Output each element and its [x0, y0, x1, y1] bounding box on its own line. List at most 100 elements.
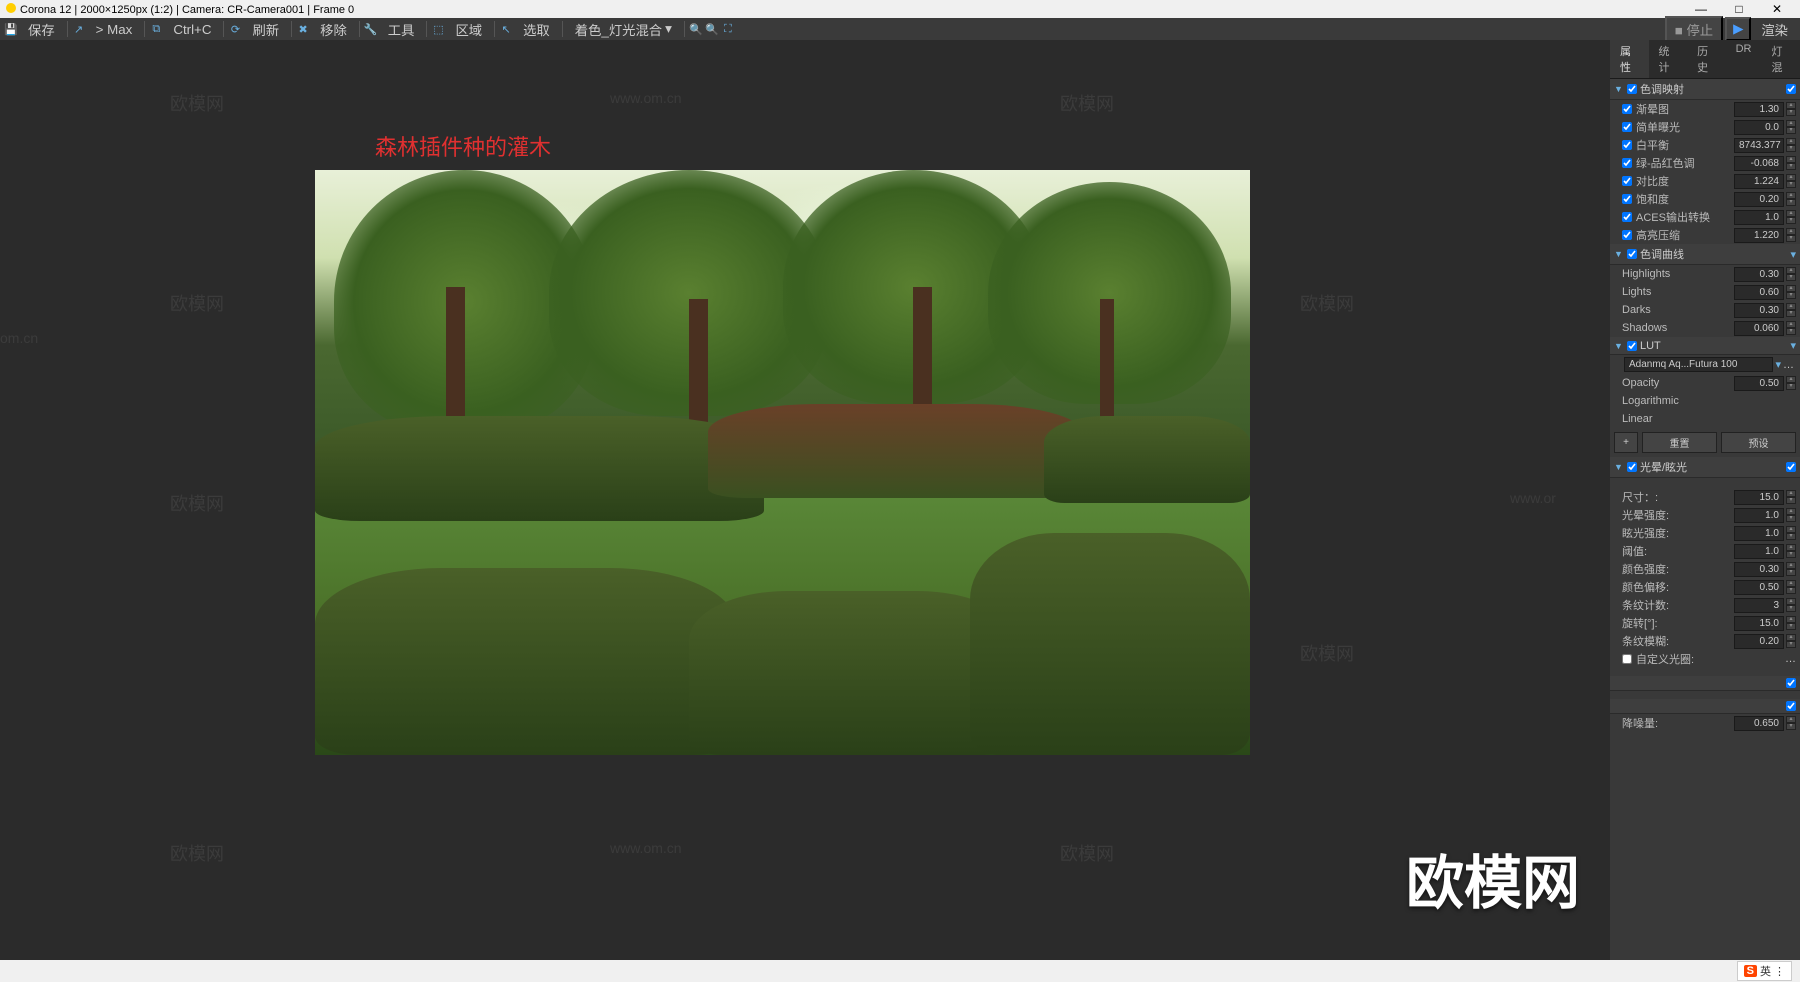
prop-value[interactable]: 8743.377	[1734, 138, 1784, 153]
prop-value[interactable]: 0.60	[1734, 285, 1784, 300]
section-hidden1[interactable]	[1610, 676, 1800, 691]
spinner-up[interactable]: ▴	[1786, 716, 1796, 723]
prop-value[interactable]: 0.20	[1734, 634, 1784, 649]
toggle-checkbox[interactable]	[1786, 701, 1796, 711]
lut-file-select[interactable]: Adanmq Aq...Futura 100	[1624, 357, 1773, 372]
spinner-up[interactable]: ▴	[1786, 267, 1796, 274]
region-button[interactable]: 区域	[447, 20, 490, 38]
prop-checkbox[interactable]	[1622, 104, 1632, 114]
lut-enable-checkbox[interactable]	[1627, 341, 1637, 351]
spinner-up[interactable]: ▴	[1786, 228, 1796, 235]
spinner-up[interactable]: ▴	[1786, 526, 1796, 533]
prop-value[interactable]: 0.060	[1734, 321, 1784, 336]
spinner-up[interactable]: ▴	[1786, 562, 1796, 569]
bloom-toggle-checkbox[interactable]	[1786, 462, 1796, 472]
spinner-up[interactable]: ▴	[1786, 174, 1796, 181]
spinner-down[interactable]: ▾	[1786, 274, 1796, 281]
close-button[interactable]: ✕	[1760, 1, 1794, 17]
prop-value[interactable]: -0.068	[1734, 156, 1784, 171]
tab-lightmix[interactable]: 灯混	[1761, 40, 1800, 78]
spinner-down[interactable]: ▾	[1786, 328, 1796, 335]
spinner-up[interactable]: ▴	[1786, 102, 1796, 109]
render-button[interactable]: 渲染	[1753, 20, 1796, 38]
spinner-down[interactable]: ▾	[1786, 587, 1796, 594]
prop-value[interactable]: 0.30	[1734, 267, 1784, 282]
spinner-down[interactable]: ▾	[1786, 605, 1796, 612]
save-button[interactable]: 保存	[20, 20, 63, 38]
section-curve[interactable]: ▼ 色调曲线 ▾	[1610, 244, 1800, 265]
zoom-in-icon[interactable]: 🔍	[705, 22, 719, 36]
spinner-down[interactable]: ▾	[1786, 127, 1796, 134]
spinner-down[interactable]: ▾	[1786, 723, 1796, 730]
spinner-down[interactable]: ▾	[1786, 551, 1796, 558]
spinner-up[interactable]: ▴	[1786, 616, 1796, 623]
spinner-up[interactable]: ▴	[1786, 120, 1796, 127]
spinner-up[interactable]: ▴	[1786, 285, 1796, 292]
spinner-down[interactable]: ▾	[1786, 199, 1796, 206]
section-hidden2[interactable]	[1610, 699, 1800, 714]
section-tonemap[interactable]: ▼ 色调映射	[1610, 79, 1800, 100]
spinner-down[interactable]: ▾	[1786, 515, 1796, 522]
spinner-up[interactable]: ▴	[1786, 598, 1796, 605]
prop-checkbox[interactable]	[1622, 212, 1632, 222]
tab-history[interactable]: 历史	[1687, 40, 1726, 78]
spinner-up[interactable]: ▴	[1786, 634, 1796, 641]
tonemap-toggle-checkbox[interactable]	[1786, 84, 1796, 94]
prop-value[interactable]: 1.0	[1734, 544, 1784, 559]
spinner-down[interactable]: ▾	[1786, 109, 1796, 116]
prop-value[interactable]: 1.0	[1734, 526, 1784, 541]
viewport[interactable]: 森林插件种的灌木 欧模网 www.om.cn 欧模网 欧模网 om.cn 欧模网…	[0, 40, 1610, 960]
dropdown-icon[interactable]: ▾	[1775, 358, 1781, 371]
tab-stats[interactable]: 统计	[1649, 40, 1688, 78]
prop-checkbox[interactable]	[1622, 122, 1632, 132]
prop-value[interactable]: 3	[1734, 598, 1784, 613]
play-button[interactable]: ▶	[1725, 17, 1751, 41]
prop-value[interactable]: 0.20	[1734, 192, 1784, 207]
colormix-dropdown[interactable]: 着色_灯光混合 ▾	[567, 20, 680, 38]
prop-value[interactable]: 0.0	[1734, 120, 1784, 135]
prop-checkbox[interactable]	[1622, 140, 1632, 150]
tonemap-enable-checkbox[interactable]	[1627, 84, 1637, 94]
custom-aperture-checkbox[interactable]	[1622, 654, 1632, 664]
spinner-down[interactable]: ▾	[1786, 145, 1796, 152]
zoom-fit-icon[interactable]: ⛶	[721, 22, 735, 36]
spinner-down[interactable]: ▾	[1786, 181, 1796, 188]
remove-button[interactable]: 移除	[312, 20, 355, 38]
preset-button[interactable]: 预设	[1721, 432, 1796, 453]
spinner-down[interactable]: ▾	[1786, 497, 1796, 504]
spinner-up[interactable]: ▴	[1786, 156, 1796, 163]
stop-button[interactable]: ■ 停止	[1665, 16, 1723, 43]
prop-value[interactable]: 1.224	[1734, 174, 1784, 189]
ctrlc-button[interactable]: Ctrl+C	[165, 20, 219, 38]
prop-value[interactable]: 1.220	[1734, 228, 1784, 243]
spinner-down[interactable]: ▾	[1786, 383, 1796, 390]
toggle-checkbox[interactable]	[1786, 678, 1796, 688]
spinner-up[interactable]: ▴	[1786, 210, 1796, 217]
select-button[interactable]: 选取	[515, 20, 558, 38]
reset-button[interactable]: 重置	[1642, 432, 1717, 453]
prop-value[interactable]: 0.30	[1734, 303, 1784, 318]
tab-properties[interactable]: 属性	[1610, 40, 1649, 78]
maximize-button[interactable]: □	[1722, 1, 1756, 17]
tab-dr[interactable]: DR	[1726, 40, 1762, 78]
prop-checkbox[interactable]	[1622, 176, 1632, 186]
zoom-out-icon[interactable]: 🔍	[689, 22, 703, 36]
spinner-down[interactable]: ▾	[1786, 292, 1796, 299]
prop-value[interactable]: 15.0	[1734, 616, 1784, 631]
ime-indicator[interactable]: S 英 ⋮	[1737, 961, 1792, 981]
spinner-down[interactable]: ▾	[1786, 569, 1796, 576]
spinner-down[interactable]: ▾	[1786, 623, 1796, 630]
denoise-value[interactable]: 0.650	[1734, 716, 1784, 731]
spinner-down[interactable]: ▾	[1786, 641, 1796, 648]
prop-value[interactable]: 1.30	[1734, 102, 1784, 117]
spinner-up[interactable]: ▴	[1786, 321, 1796, 328]
prop-value[interactable]: 0.50	[1734, 580, 1784, 595]
spinner-down[interactable]: ▾	[1786, 163, 1796, 170]
prop-checkbox[interactable]	[1622, 194, 1632, 204]
spinner-up[interactable]: ▴	[1786, 303, 1796, 310]
prop-value[interactable]: 15.0	[1734, 490, 1784, 505]
lut-opacity-value[interactable]: 0.50	[1734, 376, 1784, 391]
spinner-down[interactable]: ▾	[1786, 217, 1796, 224]
spinner-down[interactable]: ▾	[1786, 235, 1796, 242]
prop-value[interactable]: 1.0	[1734, 508, 1784, 523]
